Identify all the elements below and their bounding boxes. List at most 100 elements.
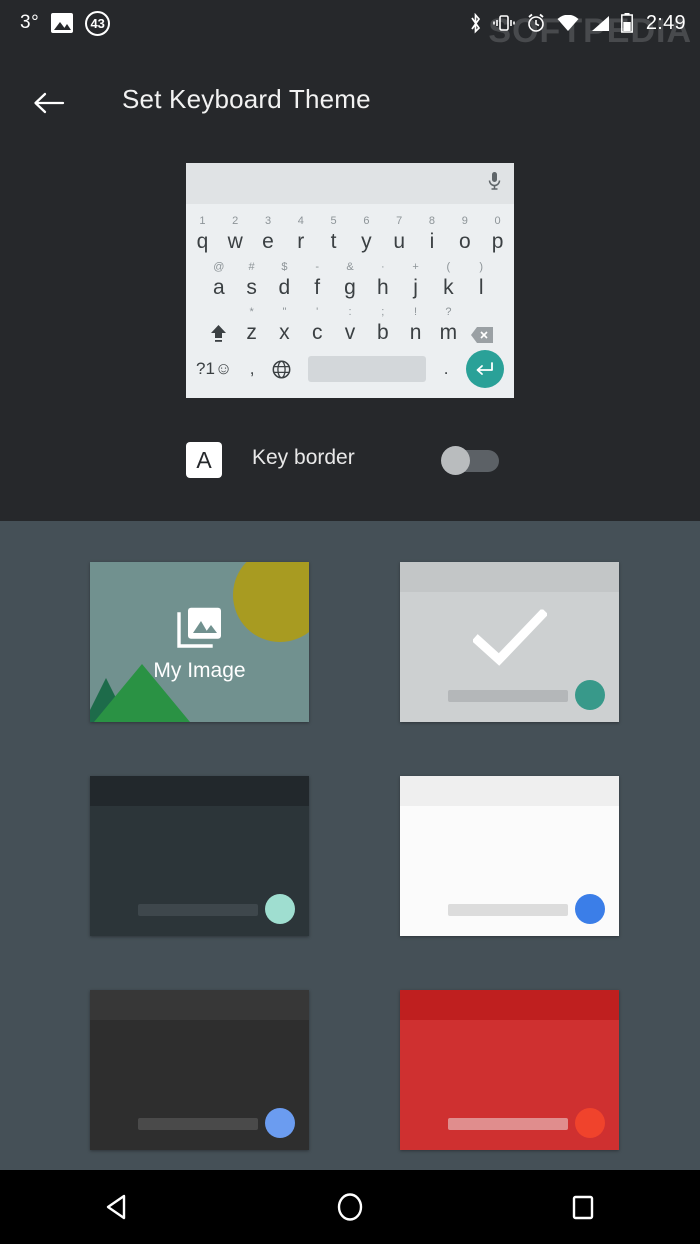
alarm-icon: [528, 13, 544, 32]
key-label: g: [344, 276, 356, 299]
tile-space-key: [448, 690, 568, 702]
key-hint: 0: [494, 215, 501, 227]
theme-tile-white[interactable]: [400, 776, 619, 936]
tile-space-key: [138, 904, 258, 916]
page-title: Set Keyboard Theme: [122, 84, 371, 114]
key-s[interactable]: # s: [235, 262, 268, 299]
key-hint: #: [248, 261, 255, 273]
tile-enter-key: [575, 680, 605, 710]
theme-tile-my-image[interactable]: My Image: [90, 562, 309, 722]
back-triangle-icon: [106, 1194, 125, 1220]
theme-tile-light-gray[interactable]: [400, 562, 619, 722]
keyboard-row-4: ?1☺ , .: [186, 343, 514, 395]
key-p[interactable]: 0p: [481, 216, 514, 253]
key-o[interactable]: 9o: [448, 216, 481, 253]
period-key[interactable]: .: [444, 359, 449, 379]
app-bar: Set Keyboard Theme: [0, 70, 700, 136]
key-u[interactable]: 7u: [383, 216, 416, 253]
selected-check-icon: [472, 609, 547, 666]
key-f[interactable]: -f: [301, 262, 334, 299]
enter-icon: [477, 362, 494, 375]
key-q[interactable]: 1q: [186, 216, 219, 253]
key-hint: *: [249, 306, 254, 318]
key-l[interactable]: ) l: [465, 262, 498, 299]
key-hint: 2: [232, 215, 239, 227]
key-i[interactable]: 8i: [416, 216, 449, 253]
key-n[interactable]: ! n: [399, 307, 432, 344]
key-label: b: [376, 321, 389, 344]
key-label: a: [212, 276, 225, 299]
shift-key[interactable]: [201, 324, 235, 343]
comma-key[interactable]: ,: [250, 359, 255, 379]
key-hint: !: [414, 306, 418, 318]
microphone-icon[interactable]: [487, 171, 502, 193]
key-d[interactable]: $ d: [268, 262, 301, 299]
key-c[interactable]: ' c: [301, 307, 334, 344]
key-hint: :: [348, 306, 352, 318]
tile-space-key: [448, 904, 568, 916]
symbols-key[interactable]: ?1☺: [196, 359, 232, 379]
key-hint: 5: [330, 215, 337, 227]
tile-header: [400, 990, 619, 1020]
suggestion-strip: [186, 163, 514, 204]
key-z[interactable]: * z: [235, 307, 268, 344]
key-w[interactable]: 2w: [219, 216, 252, 253]
key-e[interactable]: 3e: [252, 216, 285, 253]
nav-home-button[interactable]: [310, 1170, 390, 1244]
key-k[interactable]: (k: [432, 262, 465, 299]
globe-key[interactable]: [272, 360, 291, 379]
sun-shape: [233, 562, 309, 642]
key-m[interactable]: ? m: [432, 307, 465, 344]
key-hint: ': [316, 306, 319, 318]
key-label: d: [278, 276, 291, 299]
tile-space-key: [138, 1118, 258, 1130]
key-label: n: [409, 321, 422, 344]
key-border-setting-row[interactable]: A Key border: [0, 432, 700, 488]
keyboard-row-1: 1q2w3e4r5t6y7u8i9o0p: [186, 206, 514, 253]
key-j[interactable]: + j: [399, 262, 432, 299]
key-v[interactable]: :v: [334, 307, 367, 344]
key-t[interactable]: 5t: [317, 216, 350, 253]
key-h[interactable]: · h: [366, 262, 399, 299]
tile-enter-key: [265, 1108, 295, 1138]
theme-grid-area: My Image: [0, 521, 700, 1170]
space-key[interactable]: [308, 356, 427, 382]
keyboard-preview: 1q2w3e4r5t6y7u8i9o0p @ a # s $ d - f & g · h + j(k) l …: [186, 163, 514, 398]
theme-tile-dark-slate[interactable]: [90, 776, 309, 936]
key-hint: 1: [199, 215, 206, 227]
key-label: s: [246, 276, 257, 299]
key-label: e: [262, 230, 274, 253]
theme-tile-red[interactable]: [400, 990, 619, 1150]
nav-recents-button[interactable]: [543, 1170, 623, 1244]
tile-header: [90, 990, 309, 1020]
key-border-label: Key border: [252, 446, 355, 469]
status-bar-right: 2:49: [469, 0, 686, 46]
key-r[interactable]: 4r: [284, 216, 317, 253]
key-b[interactable]: ; b: [366, 307, 399, 344]
key-hint: +: [412, 261, 419, 273]
backspace-key[interactable]: [465, 327, 499, 343]
key-y[interactable]: 6y: [350, 216, 383, 253]
key-hint: -: [315, 261, 320, 273]
key-hint: ?: [445, 306, 452, 318]
key-hint: ": [282, 306, 287, 318]
shift-icon: [210, 325, 226, 342]
keyboard-row-2: @ a # s $ d - f & g · h + j(k) l: [186, 252, 514, 299]
key-hint: 6: [363, 215, 370, 227]
recents-square-icon: [573, 1195, 594, 1220]
key-border-toggle[interactable]: [441, 446, 499, 475]
key-label: x: [279, 321, 290, 344]
notification-count-badge: 43: [85, 10, 111, 36]
globe-icon: [272, 360, 291, 378]
key-g[interactable]: & g: [334, 262, 367, 299]
key-border-icon: A: [186, 442, 222, 478]
enter-key[interactable]: [465, 350, 504, 388]
key-x[interactable]: " x: [268, 307, 301, 344]
theme-tile-dark-gray[interactable]: [90, 990, 309, 1150]
key-a[interactable]: @ a: [202, 262, 235, 299]
toggle-thumb: [441, 446, 470, 475]
key-label: i: [429, 230, 435, 253]
backspace-icon: [470, 327, 493, 343]
nav-back-button[interactable]: [77, 1170, 157, 1244]
back-button[interactable]: [28, 82, 70, 124]
